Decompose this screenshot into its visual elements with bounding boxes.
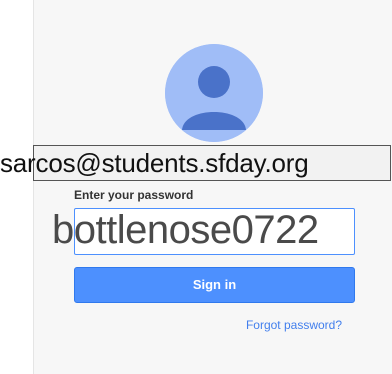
account-email: sarcos@students.sfday.org (0, 148, 309, 178)
sign-in-page: sarcos@students.sfday.org Enter your pas… (0, 0, 392, 374)
password-input-value[interactable]: bottlenose0722 (52, 206, 382, 254)
forgot-password-link[interactable]: Forgot password? (246, 318, 342, 332)
password-label: Enter your password (74, 188, 194, 202)
sign-in-button[interactable]: Sign in (74, 267, 355, 303)
default-user-avatar-icon (165, 44, 263, 142)
